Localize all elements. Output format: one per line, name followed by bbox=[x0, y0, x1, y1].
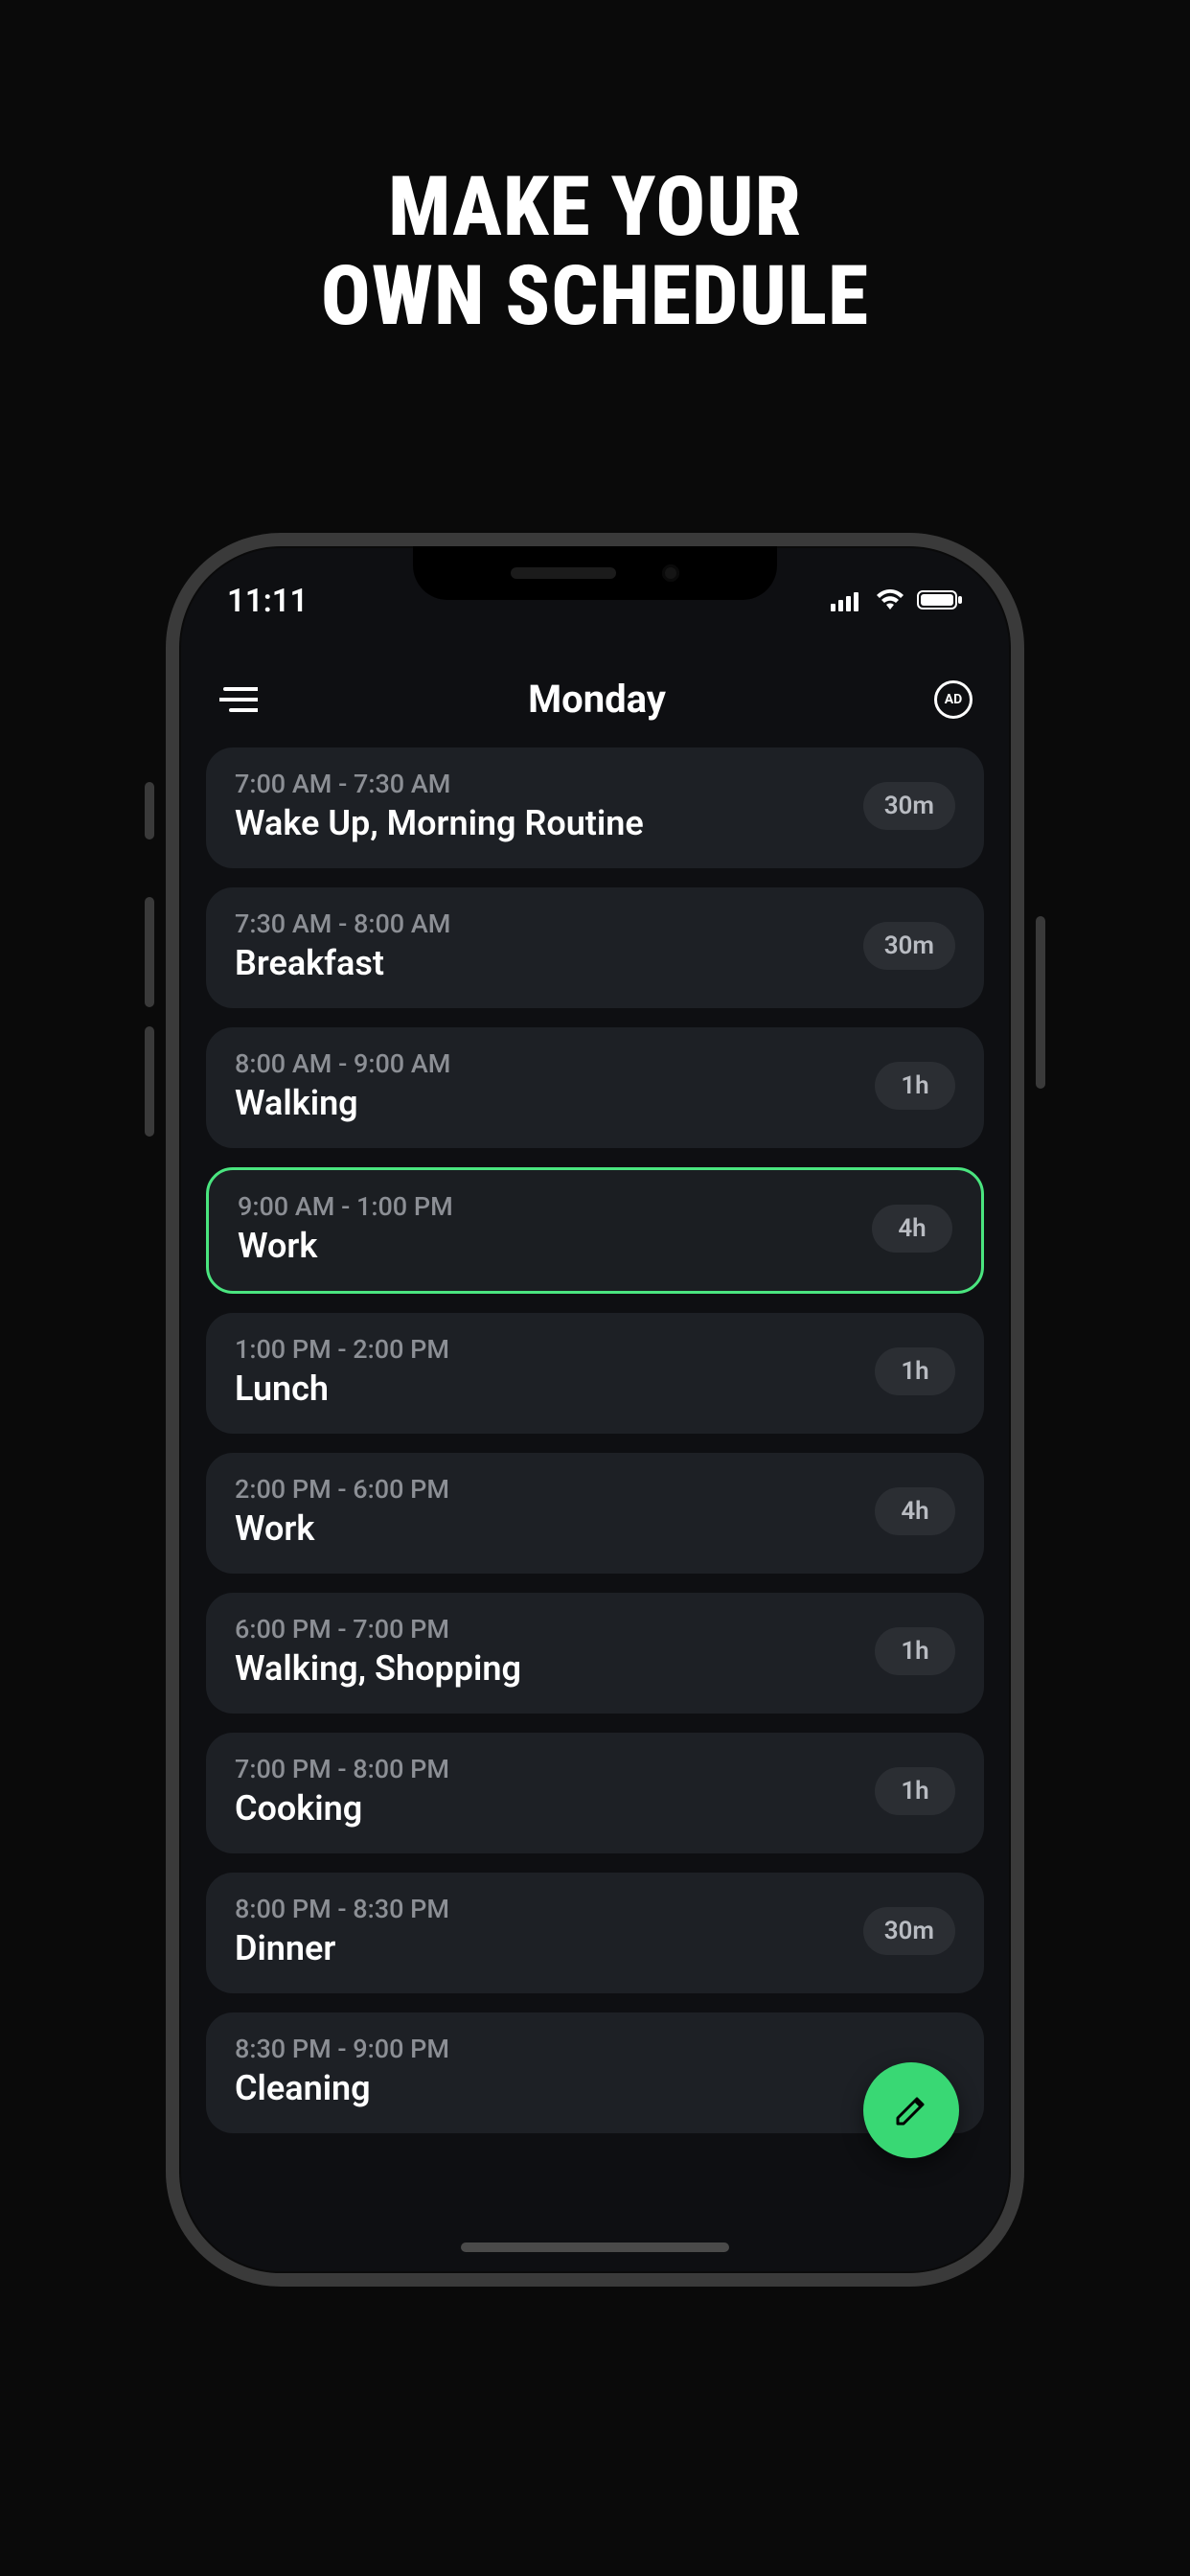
schedule-item-text: 7:00 AM - 7:30 AM Wake Up, Morning Routin… bbox=[235, 769, 644, 843]
phone-power-button bbox=[1036, 916, 1045, 1089]
schedule-item-time: 7:00 PM - 8:00 PM bbox=[235, 1754, 449, 1784]
schedule-item[interactable]: 7:00 AM - 7:30 AM Wake Up, Morning Routin… bbox=[206, 748, 984, 868]
phone-volume-up bbox=[145, 897, 154, 1007]
schedule-item-text: 1:00 PM - 2:00 PMLunch bbox=[235, 1334, 449, 1409]
schedule-item-text: 7:30 AM - 8:00 AM Breakfast bbox=[235, 908, 450, 983]
schedule-item-title: Walking, Shopping bbox=[235, 1648, 521, 1689]
duration-pill: 30m bbox=[863, 922, 955, 970]
schedule-item-time: 8:00 PM - 8:30 PM bbox=[235, 1894, 449, 1924]
cellular-icon bbox=[831, 583, 863, 620]
schedule-item[interactable]: 7:30 AM - 8:00 AM Breakfast 30m bbox=[206, 887, 984, 1008]
phone-notch bbox=[413, 546, 777, 600]
duration-pill: 1h bbox=[875, 1347, 955, 1395]
edit-fab[interactable] bbox=[863, 2062, 959, 2158]
schedule-item-text: 8:00 PM - 8:30 PM Dinner bbox=[235, 1894, 449, 1968]
schedule-item-title: Work bbox=[238, 1226, 453, 1266]
schedule-list[interactable]: 7:00 AM - 7:30 AM Wake Up, Morning Routin… bbox=[206, 748, 984, 2216]
phone-silence-switch bbox=[145, 782, 154, 840]
schedule-item-text: 9:00 AM - 1:00 PM Work bbox=[238, 1191, 453, 1266]
schedule-item[interactable]: 6:00 PM - 7:00 PM Walking, Shopping 1h bbox=[206, 1593, 984, 1714]
schedule-item[interactable]: 8:00 PM - 8:30 PM Dinner 30m bbox=[206, 1873, 984, 1993]
schedule-item-title: Wake Up, Morning Routine bbox=[235, 803, 644, 843]
schedule-item[interactable]: 9:00 AM - 1:00 PM Work 4h bbox=[206, 1167, 984, 1294]
schedule-item-time: 1:00 PM - 2:00 PM bbox=[235, 1334, 449, 1365]
headline-line-1: MAKE YOUR bbox=[321, 163, 869, 252]
duration-pill: 1h bbox=[875, 1767, 955, 1815]
home-indicator[interactable] bbox=[461, 2242, 729, 2252]
duration-pill: 1h bbox=[875, 1627, 955, 1675]
schedule-item-time: 7:00 AM - 7:30 AM bbox=[235, 769, 644, 799]
schedule-item-text: 6:00 PM - 7:00 PM Walking, Shopping bbox=[235, 1614, 521, 1689]
schedule-item-title: Dinner bbox=[235, 1928, 449, 1968]
schedule-item-time: 9:00 AM - 1:00 PM bbox=[238, 1191, 453, 1222]
schedule-item-text: 2:00 PM - 6:00 PMWork bbox=[235, 1474, 449, 1549]
status-indicators bbox=[831, 583, 963, 620]
battery-icon bbox=[917, 583, 963, 620]
schedule-item-time: 2:00 PM - 6:00 PM bbox=[235, 1474, 449, 1505]
duration-pill: 30m bbox=[863, 1907, 955, 1955]
schedule-item-title: Walking bbox=[235, 1083, 450, 1123]
schedule-item-text: 8:30 PM - 9:00 PM Cleaning bbox=[235, 2034, 449, 2108]
schedule-item-time: 7:30 AM - 8:00 AM bbox=[235, 908, 450, 939]
schedule-item-title: Cleaning bbox=[235, 2068, 449, 2108]
schedule-item-title: Breakfast bbox=[235, 943, 450, 983]
schedule-item-title: Cooking bbox=[235, 1788, 449, 1828]
duration-pill: 30m bbox=[863, 782, 955, 830]
schedule-item-time: 6:00 PM - 7:00 PM bbox=[235, 1614, 521, 1644]
schedule-item-time: 8:30 PM - 9:00 PM bbox=[235, 2034, 449, 2064]
duration-pill: 4h bbox=[872, 1205, 952, 1253]
marketing-headline: MAKE YOUR OWN SCHEDULE bbox=[321, 163, 869, 341]
phone-camera bbox=[662, 564, 679, 582]
ad-button[interactable]: AD bbox=[934, 680, 973, 719]
wifi-icon bbox=[875, 583, 905, 620]
menu-icon bbox=[219, 685, 258, 714]
day-title: Monday bbox=[528, 677, 666, 722]
phone-volume-down bbox=[145, 1026, 154, 1137]
phone-speaker bbox=[511, 567, 616, 579]
ad-label: AD bbox=[945, 692, 963, 707]
schedule-item[interactable]: 1:00 PM - 2:00 PMLunch 1h bbox=[206, 1313, 984, 1434]
duration-pill: 1h bbox=[875, 1062, 955, 1110]
schedule-item-time: 8:00 AM - 9:00 AM bbox=[235, 1048, 450, 1079]
duration-pill: 4h bbox=[875, 1487, 955, 1535]
app-header: Monday AD bbox=[179, 661, 1011, 738]
status-time: 11:11 bbox=[227, 583, 308, 620]
schedule-item-text: 7:00 PM - 8:00 PM Cooking bbox=[235, 1754, 449, 1828]
schedule-item[interactable]: 8:00 AM - 9:00 AM Walking 1h bbox=[206, 1027, 984, 1148]
schedule-item-title: Lunch bbox=[235, 1368, 449, 1409]
phone-mockup: 11:11 bbox=[166, 533, 1024, 2287]
schedule-item[interactable]: 7:00 PM - 8:00 PM Cooking 1h bbox=[206, 1733, 984, 1853]
schedule-item[interactable]: 2:00 PM - 6:00 PMWork 4h bbox=[206, 1453, 984, 1574]
menu-button[interactable] bbox=[217, 678, 260, 721]
pencil-icon bbox=[890, 2089, 932, 2131]
schedule-item-text: 8:00 AM - 9:00 AM Walking bbox=[235, 1048, 450, 1123]
schedule-item-title: Work bbox=[235, 1508, 449, 1549]
headline-line-2: OWN SCHEDULE bbox=[321, 252, 869, 341]
